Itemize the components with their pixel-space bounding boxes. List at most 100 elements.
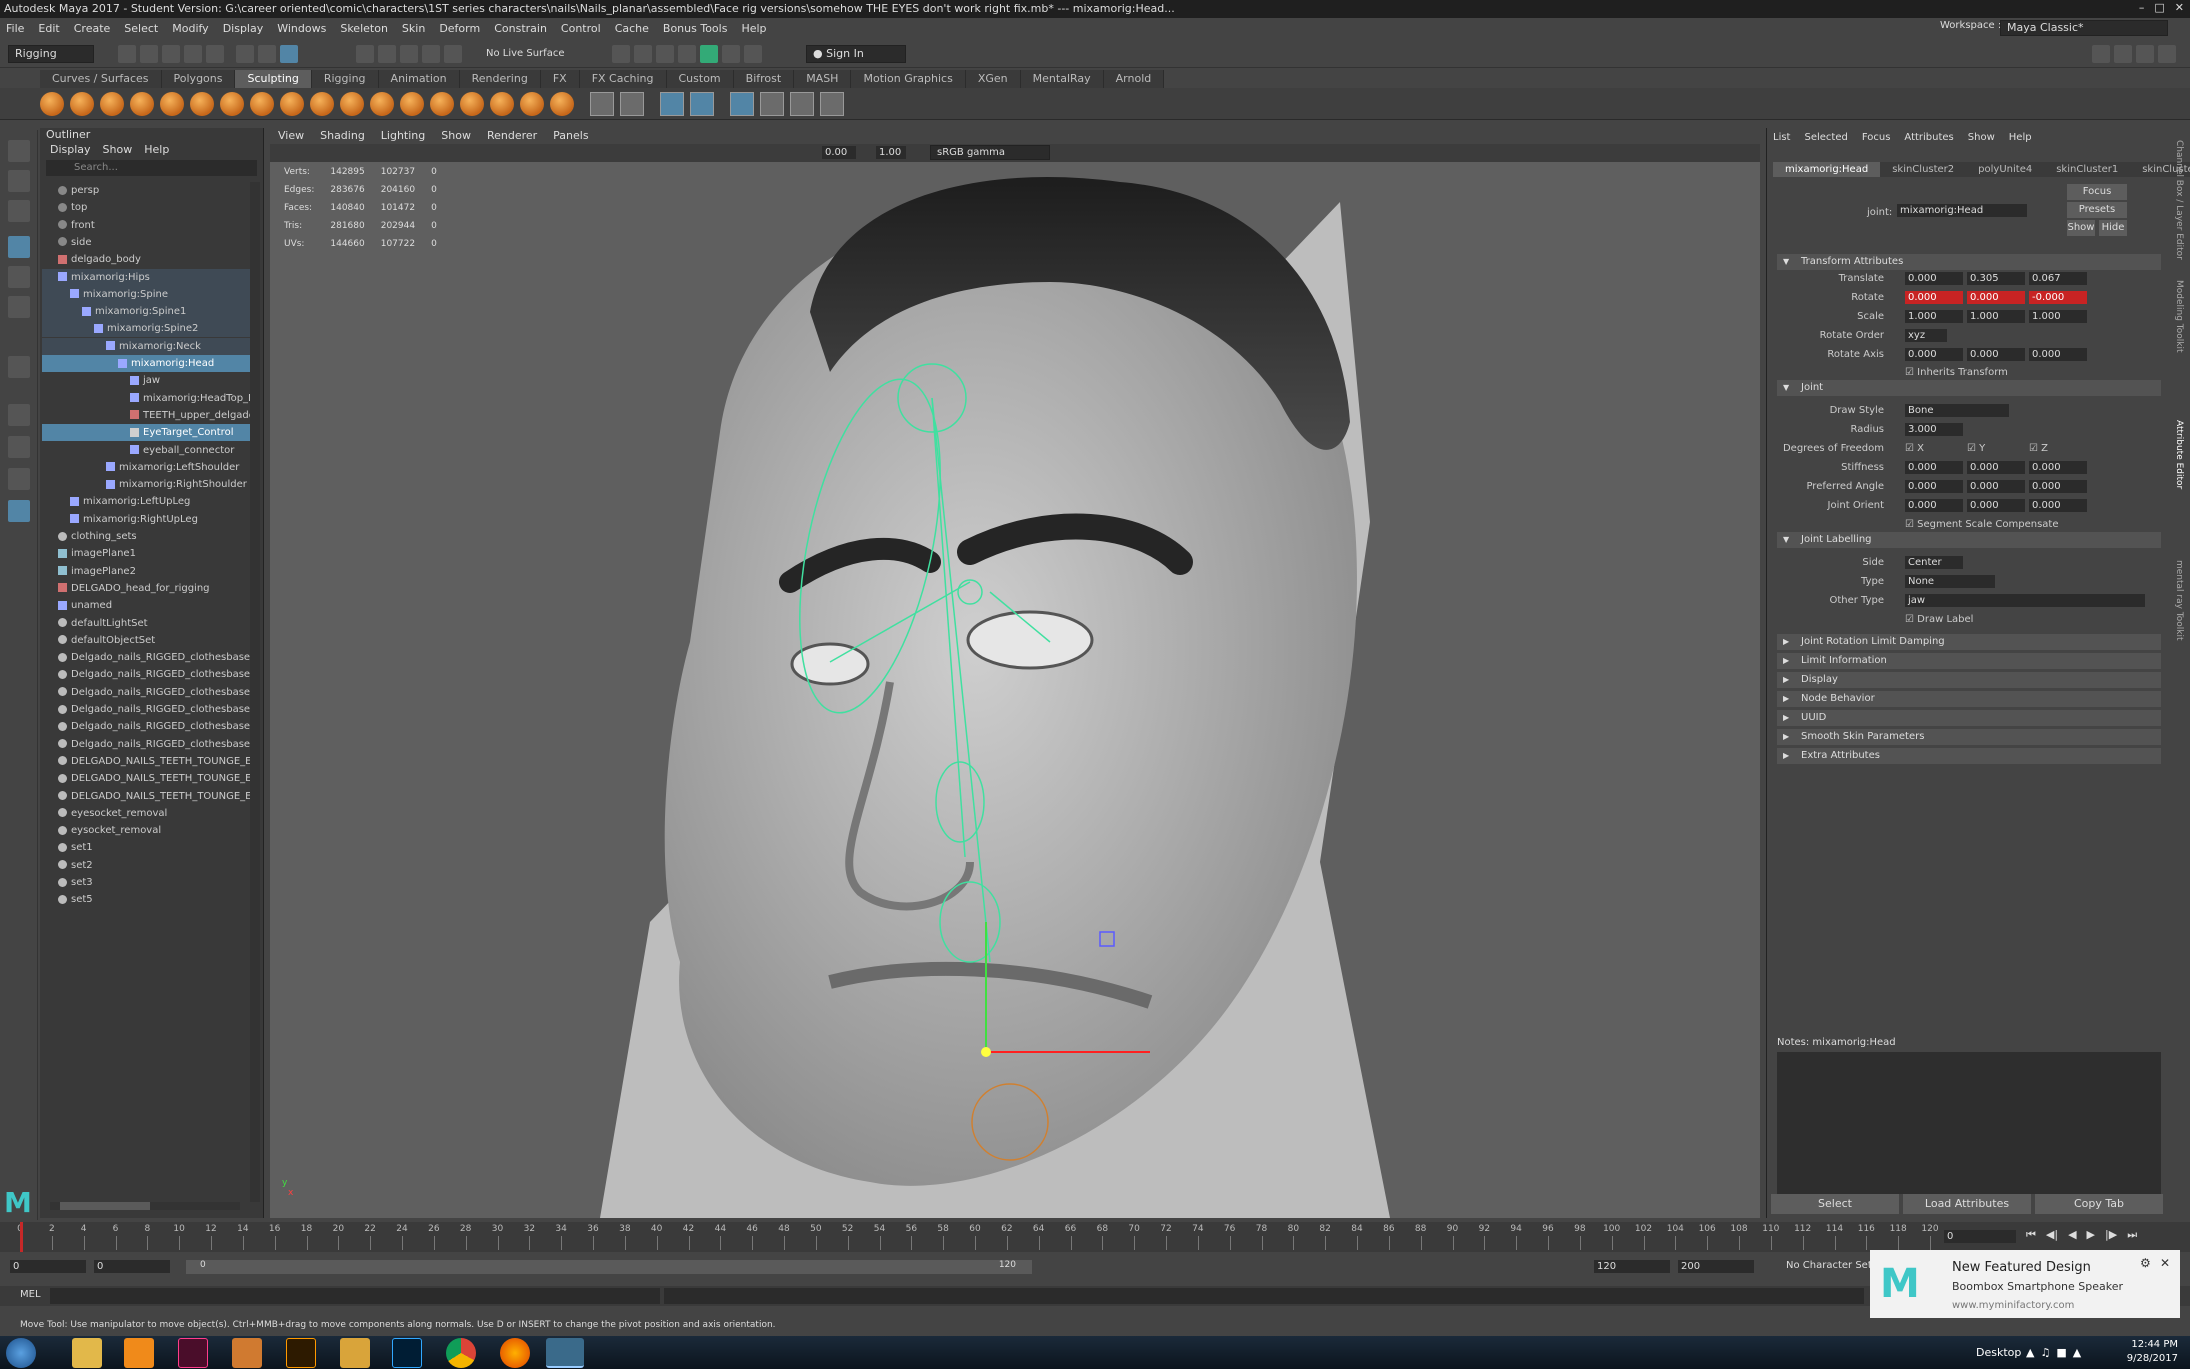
imprint-tool-icon[interactable] — [310, 92, 334, 116]
foamy-tool-icon[interactable] — [220, 92, 244, 116]
ae-menu-attributes[interactable]: Attributes — [1904, 132, 1953, 143]
scrape-tool-icon[interactable] — [370, 92, 394, 116]
shelf-tab-curves-surfaces[interactable]: Curves / Surfaces — [40, 70, 162, 88]
joint-orient-x-field[interactable]: 0.000 — [1905, 499, 1963, 512]
time-slider[interactable]: 0246810121416182022242628303234363840424… — [0, 1222, 2190, 1252]
side-tab[interactable]: Modeling Toolkit — [2174, 280, 2184, 353]
side-tab[interactable]: Attribute Editor — [2174, 420, 2184, 489]
shelf-tab-animation[interactable]: Animation — [378, 70, 460, 88]
colorspace-dropdown[interactable]: sRGB gamma — [930, 145, 1050, 160]
shelf-tab-arnold[interactable]: Arnold — [1103, 70, 1165, 88]
playback-end-field[interactable]: 120 — [1594, 1260, 1670, 1273]
shelf-tab-sculpting[interactable]: Sculpting — [235, 70, 312, 88]
stiffness-z-field[interactable]: 0.000 — [2029, 461, 2087, 474]
relax-tool-icon[interactable] — [100, 92, 124, 116]
bulge-tool-icon[interactable] — [490, 92, 514, 116]
menu-modify[interactable]: Modify — [172, 22, 208, 35]
maximize-icon[interactable]: □ — [2154, 1, 2164, 17]
notes-textarea[interactable] — [1777, 1052, 2161, 1194]
viewport-menu-lighting[interactable]: Lighting — [381, 128, 425, 144]
illustrator-icon[interactable] — [286, 1338, 316, 1368]
ae-section-joint-rotation-limit-damping[interactable]: ▶ Joint Rotation Limit Damping — [1777, 634, 2161, 650]
joint-labelling-section[interactable]: ▼ Joint Labelling — [1777, 532, 2161, 548]
rotate-axis-x-field[interactable]: 0.000 — [1905, 348, 1963, 361]
load-attributes-button[interactable]: Load Attributes — [1903, 1194, 2031, 1214]
go-start-icon[interactable]: ⏮ — [2026, 1228, 2036, 1242]
outliner-menu-help[interactable]: Help — [144, 142, 169, 158]
shelf-tab-fx[interactable]: FX — [540, 70, 580, 88]
draw-label-checkbox[interactable]: ☑ Draw Label — [1905, 613, 1973, 627]
anim-end-field[interactable]: 200 — [1678, 1260, 1754, 1273]
knife-tool-icon[interactable] — [430, 92, 454, 116]
inherits-transform-checkbox[interactable]: ☑ Inherits Transform — [1905, 366, 2008, 380]
segment-scale-checkbox[interactable]: ☑ Segment Scale Compensate — [1905, 518, 2059, 532]
outliner-item[interactable]: Delgado_nails_RIGGED_clothesbase_ — [42, 649, 254, 666]
draw-style-dropdown[interactable]: Bone — [1905, 404, 2009, 417]
rotate-y-field[interactable]: 0.000 — [1967, 291, 2025, 304]
presets-button[interactable]: Presets — [2067, 202, 2127, 218]
mel-label[interactable]: MEL — [20, 1289, 41, 1300]
outliner-item[interactable]: imagePlane2 — [42, 563, 254, 580]
viewport-scene[interactable] — [270, 162, 1760, 1218]
rotate-order-dropdown[interactable]: xyz — [1905, 329, 1947, 342]
menu-skin[interactable]: Skin — [402, 22, 425, 35]
ae-tab[interactable]: skinCluster1 — [2044, 162, 2131, 177]
viewport-menu-view[interactable]: View — [278, 128, 304, 144]
minimize-icon[interactable]: – — [2139, 1, 2145, 17]
desktop-label[interactable]: Desktop — [1976, 1346, 2021, 1359]
fill-tool-icon[interactable] — [400, 92, 424, 116]
side-tab[interactable]: Channel Box / Layer Editor — [2174, 140, 2184, 260]
step-forward-icon[interactable]: |▶ — [2105, 1228, 2117, 1242]
shelf-tab-xgen[interactable]: XGen — [965, 70, 1021, 88]
select-hierarchy-icon[interactable] — [236, 45, 254, 63]
outliner-h-scrollbar[interactable] — [50, 1202, 240, 1210]
maya-taskbar-icon[interactable] — [546, 1338, 584, 1368]
layout-four-icon[interactable] — [2114, 45, 2132, 63]
human-ik-icon[interactable] — [744, 45, 762, 63]
pref-angle-x-field[interactable]: 0.000 — [1905, 480, 1963, 493]
rotate-x-field[interactable]: 0.000 — [1905, 291, 1963, 304]
stiffness-y-field[interactable]: 0.000 — [1967, 461, 2025, 474]
scale-x-field[interactable]: 1.000 — [1905, 310, 1963, 323]
repeat-tool-icon[interactable] — [280, 92, 304, 116]
outliner-item[interactable]: mixamorig:Hips — [42, 268, 254, 286]
ae-menu-help[interactable]: Help — [2009, 132, 2032, 143]
outliner-item[interactable]: clothing_sets — [42, 528, 254, 545]
current-frame-field[interactable]: 0 — [1944, 1230, 2016, 1243]
select-button[interactable]: Select — [1771, 1194, 1899, 1214]
outliner-search[interactable]: Search... — [46, 160, 257, 176]
mel-input[interactable] — [50, 1288, 660, 1304]
joint-orient-y-field[interactable]: 0.000 — [1967, 499, 2025, 512]
sculpt-options-icon[interactable] — [820, 92, 844, 116]
dof-z-checkbox[interactable]: ☑ Z — [2029, 442, 2048, 456]
save-scene-icon[interactable] — [162, 45, 180, 63]
outliner-item[interactable]: defaultLightSet — [42, 615, 254, 632]
outliner-item[interactable]: mixamorig:RightShoulder — [42, 476, 254, 493]
outliner-item[interactable]: mixamorig:LeftShoulder — [42, 459, 254, 476]
current-time-indicator[interactable] — [20, 1222, 23, 1252]
ae-tab[interactable]: polyUnite4 — [1966, 162, 2045, 177]
outliner-item[interactable]: eyesocket_removal — [42, 805, 254, 822]
other-type-field[interactable]: jaw — [1905, 594, 2145, 607]
outliner-item[interactable]: imagePlane1 — [42, 545, 254, 562]
snap-surface-icon[interactable] — [444, 45, 462, 63]
gamma-field[interactable]: 1.00 — [876, 146, 906, 159]
ae-menu-show[interactable]: Show — [1968, 132, 1995, 143]
play-back-icon[interactable]: ◀ — [2068, 1228, 2076, 1242]
scale-y-field[interactable]: 1.000 — [1967, 310, 2025, 323]
ae-tab[interactable]: skinCluster2 — [1880, 162, 1967, 177]
shelf-tab-fx-caching[interactable]: FX Caching — [579, 70, 667, 88]
menu-edit[interactable]: Edit — [38, 22, 59, 35]
start-button-icon[interactable] — [6, 1338, 36, 1368]
outliner-item[interactable]: set1 — [42, 839, 254, 856]
redo-icon[interactable] — [206, 45, 224, 63]
grab-tool-icon[interactable] — [130, 92, 154, 116]
brush-settings-icon[interactable] — [760, 92, 784, 116]
new-scene-icon[interactable] — [118, 45, 136, 63]
outliner-item[interactable]: DELGADO_head_for_rigging — [42, 580, 254, 597]
layout-two-pane-icon[interactable] — [8, 468, 30, 490]
ae-section-node-behavior[interactable]: ▶ Node Behavior — [1777, 691, 2161, 707]
menu-bonus-tools[interactable]: Bonus Tools — [663, 22, 728, 35]
layout-outliner-persp-icon[interactable] — [8, 500, 30, 522]
outliner-item[interactable]: mixamorig:Neck — [42, 337, 254, 355]
